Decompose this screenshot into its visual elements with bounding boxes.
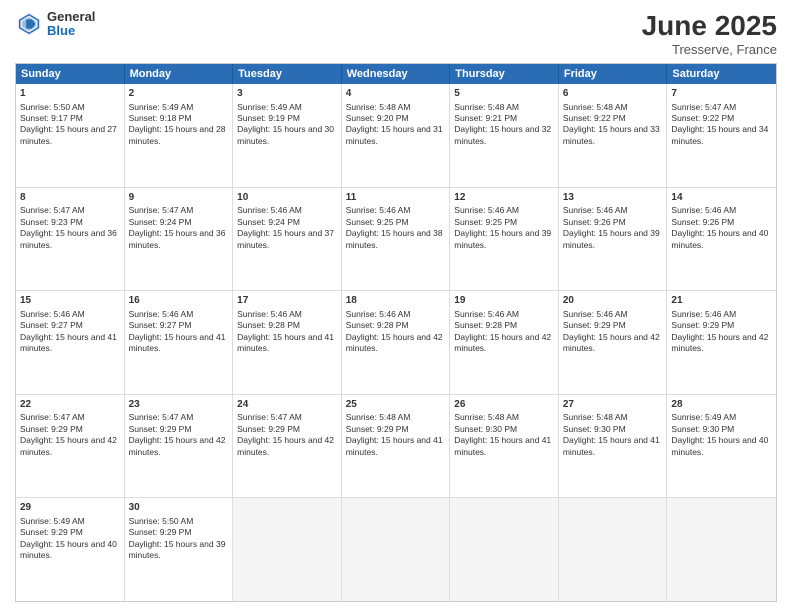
empty-cell-3 — [450, 498, 559, 601]
logo-line2: Blue — [47, 24, 95, 38]
empty-cell-2 — [342, 498, 451, 601]
empty-cell-5 — [667, 498, 776, 601]
day-23: 23Sunrise: 5:47 AMSunset: 9:29 PMDayligh… — [125, 395, 234, 498]
day-14: 14Sunrise: 5:46 AMSunset: 9:26 PMDayligh… — [667, 188, 776, 291]
day-1: 1Sunrise: 5:50 AMSunset: 9:17 PMDaylight… — [16, 84, 125, 187]
day-18: 18Sunrise: 5:46 AMSunset: 9:28 PMDayligh… — [342, 291, 451, 394]
day-28: 28Sunrise: 5:49 AMSunset: 9:30 PMDayligh… — [667, 395, 776, 498]
title-section: June 2025 Tresserve, France — [642, 10, 777, 57]
day-8: 8Sunrise: 5:47 AMSunset: 9:23 PMDaylight… — [16, 188, 125, 291]
header-tuesday: Tuesday — [233, 64, 342, 84]
header-sunday: Sunday — [16, 64, 125, 84]
empty-cell-1 — [233, 498, 342, 601]
header-saturday: Saturday — [667, 64, 776, 84]
header: General Blue June 2025 Tresserve, France — [15, 10, 777, 57]
calendar-header: Sunday Monday Tuesday Wednesday Thursday… — [16, 64, 776, 84]
day-12: 12Sunrise: 5:46 AMSunset: 9:25 PMDayligh… — [450, 188, 559, 291]
day-25: 25Sunrise: 5:48 AMSunset: 9:29 PMDayligh… — [342, 395, 451, 498]
day-13: 13Sunrise: 5:46 AMSunset: 9:26 PMDayligh… — [559, 188, 668, 291]
header-monday: Monday — [125, 64, 234, 84]
logo: General Blue — [15, 10, 95, 39]
day-22: 22Sunrise: 5:47 AMSunset: 9:29 PMDayligh… — [16, 395, 125, 498]
day-17: 17Sunrise: 5:46 AMSunset: 9:28 PMDayligh… — [233, 291, 342, 394]
main-title: June 2025 — [642, 10, 777, 42]
header-thursday: Thursday — [450, 64, 559, 84]
page: General Blue June 2025 Tresserve, France… — [0, 0, 792, 612]
calendar: Sunday Monday Tuesday Wednesday Thursday… — [15, 63, 777, 602]
day-20: 20Sunrise: 5:46 AMSunset: 9:29 PMDayligh… — [559, 291, 668, 394]
day-16: 16Sunrise: 5:46 AMSunset: 9:27 PMDayligh… — [125, 291, 234, 394]
day-3: 3Sunrise: 5:49 AMSunset: 9:19 PMDaylight… — [233, 84, 342, 187]
day-5: 5Sunrise: 5:48 AMSunset: 9:21 PMDaylight… — [450, 84, 559, 187]
logo-icon — [15, 10, 43, 38]
subtitle: Tresserve, France — [642, 42, 777, 57]
day-6: 6Sunrise: 5:48 AMSunset: 9:22 PMDaylight… — [559, 84, 668, 187]
empty-cell-4 — [559, 498, 668, 601]
week-row-1: 1Sunrise: 5:50 AMSunset: 9:17 PMDaylight… — [16, 84, 776, 188]
week-row-2: 8Sunrise: 5:47 AMSunset: 9:23 PMDaylight… — [16, 188, 776, 292]
logo-text: General Blue — [47, 10, 95, 39]
day-21: 21Sunrise: 5:46 AMSunset: 9:29 PMDayligh… — [667, 291, 776, 394]
week-row-3: 15Sunrise: 5:46 AMSunset: 9:27 PMDayligh… — [16, 291, 776, 395]
day-27: 27Sunrise: 5:48 AMSunset: 9:30 PMDayligh… — [559, 395, 668, 498]
day-10: 10Sunrise: 5:46 AMSunset: 9:24 PMDayligh… — [233, 188, 342, 291]
calendar-body: 1Sunrise: 5:50 AMSunset: 9:17 PMDaylight… — [16, 84, 776, 601]
day-9: 9Sunrise: 5:47 AMSunset: 9:24 PMDaylight… — [125, 188, 234, 291]
day-19: 19Sunrise: 5:46 AMSunset: 9:28 PMDayligh… — [450, 291, 559, 394]
day-29: 29Sunrise: 5:49 AMSunset: 9:29 PMDayligh… — [16, 498, 125, 601]
day-7: 7Sunrise: 5:47 AMSunset: 9:22 PMDaylight… — [667, 84, 776, 187]
day-26: 26Sunrise: 5:48 AMSunset: 9:30 PMDayligh… — [450, 395, 559, 498]
day-11: 11Sunrise: 5:46 AMSunset: 9:25 PMDayligh… — [342, 188, 451, 291]
week-row-5: 29Sunrise: 5:49 AMSunset: 9:29 PMDayligh… — [16, 498, 776, 601]
day-24: 24Sunrise: 5:47 AMSunset: 9:29 PMDayligh… — [233, 395, 342, 498]
day-15: 15Sunrise: 5:46 AMSunset: 9:27 PMDayligh… — [16, 291, 125, 394]
week-row-4: 22Sunrise: 5:47 AMSunset: 9:29 PMDayligh… — [16, 395, 776, 499]
day-4: 4Sunrise: 5:48 AMSunset: 9:20 PMDaylight… — [342, 84, 451, 187]
header-wednesday: Wednesday — [342, 64, 451, 84]
day-2: 2Sunrise: 5:49 AMSunset: 9:18 PMDaylight… — [125, 84, 234, 187]
header-friday: Friday — [559, 64, 668, 84]
day-30: 30Sunrise: 5:50 AMSunset: 9:29 PMDayligh… — [125, 498, 234, 601]
logo-line1: General — [47, 10, 95, 24]
